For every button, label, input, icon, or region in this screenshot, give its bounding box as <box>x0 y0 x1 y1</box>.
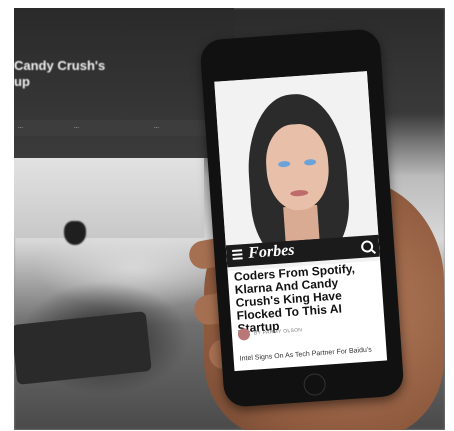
monitor-screen: Candy Crush's up ... ... ... <box>14 8 234 158</box>
search-icon[interactable] <box>360 240 374 253</box>
hamburger-icon[interactable] <box>232 249 243 260</box>
eye-icon <box>303 158 317 166</box>
next-article-teaser[interactable]: Intel Signs On As Tech Partner For Baidu… <box>239 346 372 362</box>
home-button <box>302 372 327 397</box>
brand-logo[interactable]: Forbes <box>248 242 295 263</box>
phone-screen: Forbes Coders From Spotify, Klarna And C… <box>214 71 388 372</box>
author-avatar <box>237 327 251 341</box>
monitor-nav-bar: ... ... ... <box>14 120 214 136</box>
byline-text: BY PARMY OLSON <box>253 327 303 337</box>
smartphone: Forbes Coders From Spotify, Klarna And C… <box>199 28 405 408</box>
byline: BY PARMY OLSON <box>237 323 302 341</box>
photo: Candy Crush's up ... ... ... Forbes Code… <box>14 8 445 430</box>
article-headline[interactable]: Coders From Spotify, Klarna And Candy Cr… <box>233 261 380 335</box>
monitor-bar-item: ... <box>74 124 80 130</box>
eye-icon <box>278 160 291 168</box>
monitor-chin <box>14 158 204 238</box>
lips <box>290 189 309 197</box>
portrait-neck <box>283 204 320 242</box>
apple-logo <box>64 221 86 245</box>
monitor-headline: Candy Crush's up <box>14 58 106 89</box>
monitor-bar-item: ... <box>18 124 24 130</box>
monitor-bar-item: ... <box>154 124 160 130</box>
